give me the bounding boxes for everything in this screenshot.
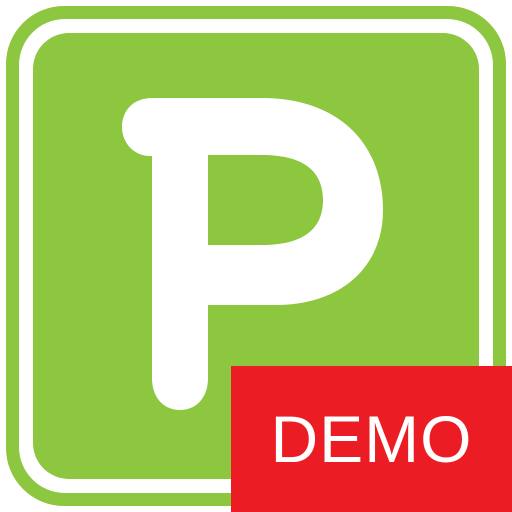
demo-badge-label: DEMO xyxy=(270,402,473,476)
app-icon: DEMO xyxy=(0,0,512,512)
demo-badge: DEMO xyxy=(231,366,512,512)
